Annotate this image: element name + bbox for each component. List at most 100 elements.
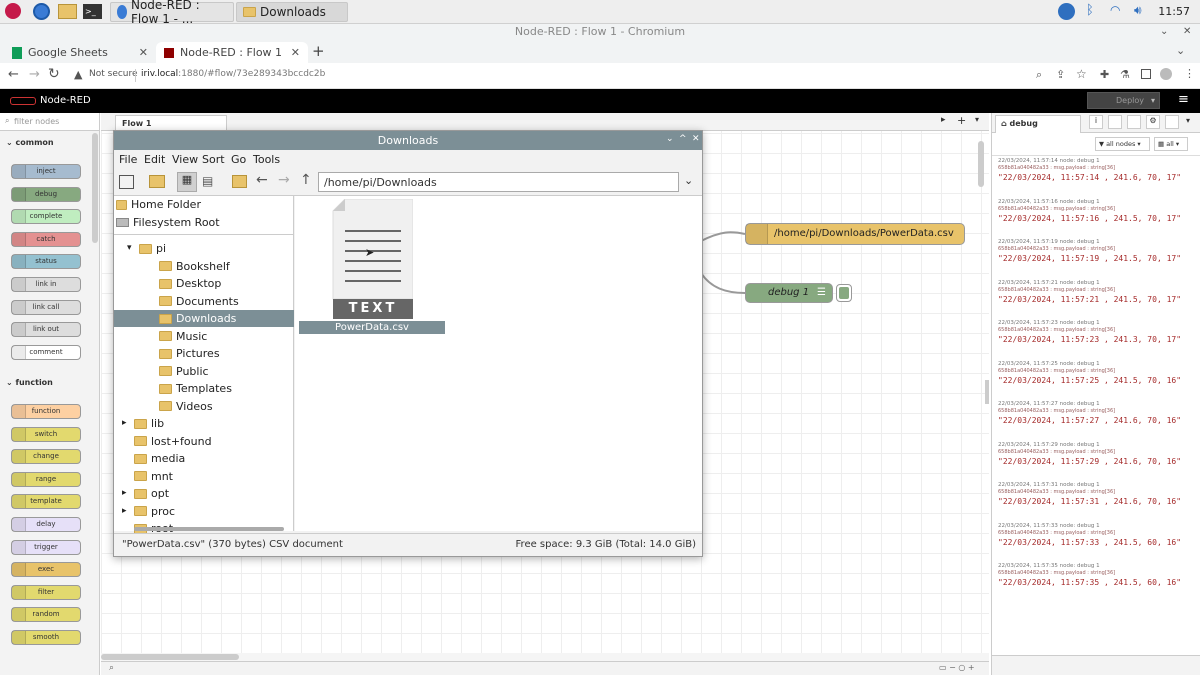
close-tab-icon[interactable]: ✕ xyxy=(139,46,148,59)
wifi-icon[interactable]: ◠ xyxy=(1110,3,1120,17)
palette-node-debug[interactable]: debug xyxy=(11,186,81,202)
menu-view[interactable]: View xyxy=(172,153,198,166)
terminal-launcher-icon[interactable]: >_ xyxy=(83,4,102,19)
path-input[interactable]: /home/pi/Downloads xyxy=(318,172,679,192)
tree-item-downloads[interactable]: Downloads xyxy=(114,310,294,327)
debug-toggle-button[interactable] xyxy=(836,284,852,302)
tree-item-pi[interactable]: ▾ pi xyxy=(127,240,166,257)
bookmark-star-icon[interactable]: ☆ xyxy=(1076,67,1087,81)
debug-message[interactable]: 22/03/2024, 11:57:31 node: debug 1 658b81… xyxy=(998,482,1188,508)
palette-node-status[interactable]: status xyxy=(11,254,81,270)
debug-message[interactable]: 22/03/2024, 11:57:27 node: debug 1 658b81… xyxy=(998,401,1188,427)
category-function[interactable]: ⌄ function xyxy=(6,378,53,387)
debug-value[interactable]: "22/03/2024, 11:57:31 , 241.6, 70, 16" xyxy=(998,496,1188,508)
palette-node-function[interactable]: function xyxy=(11,404,81,419)
tree-item-lib[interactable]: ▸ lib xyxy=(122,415,164,432)
taskbar-app-downloads[interactable]: Downloads xyxy=(236,2,348,22)
tab-debug[interactable]: ⌂ debug xyxy=(995,115,1081,133)
tree-item-mnt[interactable]: mnt xyxy=(134,468,173,485)
new-folder-icon[interactable] xyxy=(149,175,165,188)
expand-icon[interactable]: ▸ xyxy=(122,503,130,520)
icon-view-button[interactable]: ▦ xyxy=(177,172,197,192)
expanded-icon[interactable]: ▾ xyxy=(127,240,135,257)
menu-sort[interactable]: Sort xyxy=(202,153,225,166)
list-view-icon[interactable]: ▤ xyxy=(202,174,213,188)
palette-node-random[interactable]: random xyxy=(11,607,81,623)
palette-node-comment[interactable]: comment xyxy=(11,344,81,360)
debug-message[interactable]: 22/03/2024, 11:57:29 node: debug 1 658b81… xyxy=(998,442,1188,468)
debug-value[interactable]: "22/03/2024, 11:57:29 , 241.6, 70, 16" xyxy=(998,456,1188,468)
flow-tab-scroll-icon[interactable]: ▸ xyxy=(941,115,946,125)
back-icon[interactable]: ← xyxy=(8,67,19,82)
palette-node-exec[interactable]: exec xyxy=(11,562,81,578)
minimize-icon[interactable]: ⌄ xyxy=(666,134,674,144)
profile-avatar[interactable] xyxy=(1160,68,1172,80)
raspberry-menu-icon[interactable] xyxy=(5,3,21,19)
palette-node-filter[interactable]: filter xyxy=(11,584,81,600)
debug-message[interactable]: 22/03/2024, 11:57:23 node: debug 1 658b81… xyxy=(998,320,1188,346)
debug-value[interactable]: "22/03/2024, 11:57:21 , 241.5, 70, 17" xyxy=(998,294,1188,306)
menu-file[interactable]: File xyxy=(119,153,137,166)
bluetooth-icon[interactable]: ᛒ xyxy=(1086,3,1094,18)
clear-select[interactable]: ▦ all ▾ xyxy=(1154,137,1188,151)
tab-google-sheets[interactable]: Google Sheets ✕ xyxy=(4,42,156,63)
new-tab-icon[interactable]: + xyxy=(312,42,325,60)
sidebar-tab-icon[interactable] xyxy=(1165,115,1179,129)
place-filesystem-root[interactable]: Filesystem Root xyxy=(116,214,220,231)
path-dropdown-icon[interactable]: ⌄ xyxy=(684,174,693,187)
help-tab-icon[interactable] xyxy=(1108,115,1122,129)
tree-item-desktop[interactable]: Desktop xyxy=(159,275,221,292)
back-icon[interactable]: ← xyxy=(256,172,268,188)
tree-item-music[interactable]: Music xyxy=(159,328,207,345)
tree-item-opt[interactable]: ▸ opt xyxy=(122,485,169,502)
context-tab-icon[interactable] xyxy=(1127,115,1141,129)
new-window-icon[interactable] xyxy=(119,175,134,189)
debug-message[interactable]: 22/03/2024, 11:57:14 node: debug 1 658b81… xyxy=(998,158,1188,184)
expand-icon[interactable]: ▸ xyxy=(122,485,130,502)
debug-node[interactable]: debug 1 ☰ xyxy=(745,283,833,303)
debug-value[interactable]: "22/03/2024, 11:57:16 , 241.5, 70, 17" xyxy=(998,213,1188,225)
tree-scrollbar[interactable] xyxy=(134,527,284,531)
category-common[interactable]: ⌄ common xyxy=(6,138,54,147)
file-item-powerdata[interactable]: TEXT xyxy=(331,198,414,319)
tree-item-public[interactable]: Public xyxy=(159,363,209,380)
tree-item-pictures[interactable]: Pictures xyxy=(159,345,220,362)
palette-node-smooth[interactable]: smooth xyxy=(11,630,81,645)
tree-item-media[interactable]: media xyxy=(134,450,185,467)
menu-dots-icon[interactable]: ⋮ xyxy=(1184,67,1195,80)
warning-icon[interactable]: ▲ xyxy=(74,68,82,81)
debug-message[interactable]: 22/03/2024, 11:57:35 node: debug 1 658b81… xyxy=(998,563,1188,589)
menu-edit[interactable]: Edit xyxy=(144,153,165,166)
tab-node-red[interactable]: Node-RED : Flow 1 ✕ xyxy=(156,42,308,63)
palette-node-trigger[interactable]: trigger xyxy=(11,539,81,555)
palette-node-complete[interactable]: complete xyxy=(11,209,81,225)
debug-message[interactable]: 22/03/2024, 11:57:19 node: debug 1 658b81… xyxy=(998,239,1188,265)
debug-value[interactable]: "22/03/2024, 11:57:25 , 241.5, 70, 16" xyxy=(998,375,1188,387)
debug-value[interactable]: "22/03/2024, 11:57:33 , 241.5, 60, 16" xyxy=(998,537,1188,549)
workspace-scrollbar[interactable] xyxy=(978,141,984,187)
filter-input[interactable]: filter nodes xyxy=(14,117,59,126)
tree-item-documents[interactable]: Documents xyxy=(159,293,239,310)
debug-value[interactable]: "22/03/2024, 11:57:19 , 241.5, 70, 17" xyxy=(998,253,1188,265)
palette-node-switch[interactable]: switch xyxy=(11,426,81,442)
palette-node-delay[interactable]: delay xyxy=(11,517,81,532)
close-icon[interactable]: ✕ xyxy=(692,134,700,144)
sidepanel-icon[interactable] xyxy=(1141,69,1151,79)
palette-node-catch[interactable]: catch xyxy=(11,231,81,247)
search-icon[interactable]: ⌕ xyxy=(109,663,114,673)
forward-icon[interactable]: → xyxy=(278,172,290,188)
file-node[interactable]: /home/pi/Downloads/PowerData.csv xyxy=(745,223,965,245)
palette-node-link-in[interactable]: link in xyxy=(11,277,81,292)
reload-icon[interactable]: ↻ xyxy=(48,66,60,82)
palette-node-range[interactable]: range xyxy=(11,471,81,487)
filter-nodes-select[interactable]: ▼ all nodes ▾ xyxy=(1095,137,1150,151)
debug-value[interactable]: "22/03/2024, 11:57:27 , 241.6, 70, 16" xyxy=(998,415,1188,427)
sidebar-resize-handle[interactable] xyxy=(985,380,989,404)
lab-icon[interactable]: ⚗ xyxy=(1120,68,1130,81)
tree-item-lost-found[interactable]: lost+found xyxy=(134,433,212,450)
debug-message[interactable]: 22/03/2024, 11:57:33 node: debug 1 658b81… xyxy=(998,523,1188,549)
fm-file-view[interactable]: TEXT PowerData.csv ➤ xyxy=(295,196,702,531)
debug-value[interactable]: "22/03/2024, 11:57:14 , 241.6, 70, 17" xyxy=(998,172,1188,184)
update-icon[interactable] xyxy=(1058,3,1075,20)
config-tab-icon[interactable]: ⚙ xyxy=(1146,115,1160,129)
